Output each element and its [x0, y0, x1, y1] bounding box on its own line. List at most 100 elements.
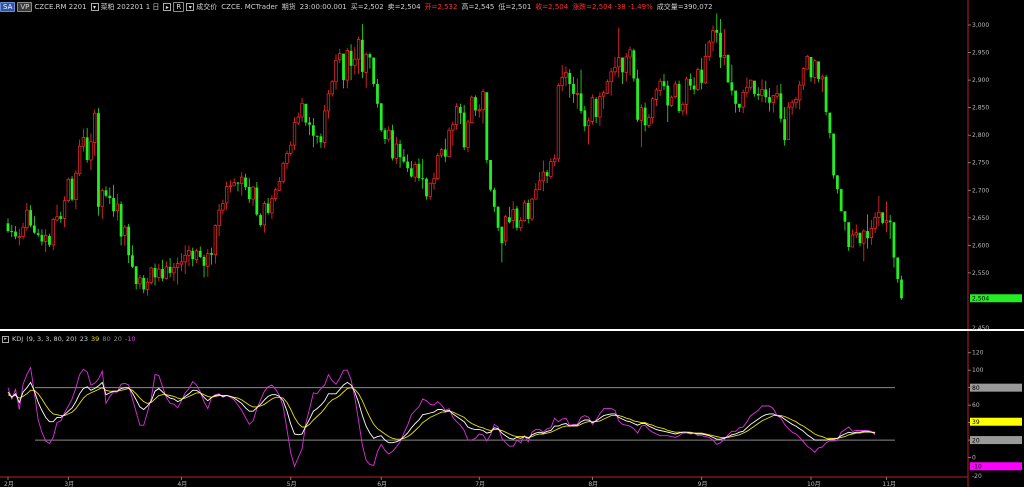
month-label: 7月 — [475, 481, 485, 487]
candle-body — [70, 178, 74, 200]
candle-body — [210, 253, 213, 255]
candle — [753, 80, 756, 97]
candle — [436, 152, 440, 181]
candle — [77, 139, 82, 176]
price-tick-label: 3,000 — [972, 22, 989, 29]
candle-body — [801, 68, 806, 86]
candle-body — [311, 125, 315, 136]
candle-body — [873, 216, 877, 229]
candle — [654, 87, 659, 106]
candle — [609, 67, 613, 96]
candle — [884, 201, 889, 233]
candle-body — [376, 83, 379, 104]
candle — [168, 258, 172, 278]
candle-body — [549, 161, 553, 177]
candle-body — [824, 76, 828, 113]
candle — [511, 201, 515, 229]
candle — [413, 161, 417, 183]
candle-body — [805, 56, 809, 70]
candle-body — [277, 181, 282, 191]
candle — [854, 224, 858, 239]
candle-body — [32, 225, 36, 233]
candle-body — [360, 39, 364, 72]
candle-body — [157, 268, 161, 278]
candle — [632, 48, 636, 82]
candle-body — [97, 113, 100, 207]
candle-body — [206, 253, 210, 267]
candle-body — [541, 171, 545, 182]
candle-body — [308, 122, 311, 125]
candle — [206, 249, 210, 277]
candle — [639, 104, 644, 148]
candle-body — [492, 189, 496, 207]
candle — [605, 79, 610, 94]
candle-body — [639, 107, 644, 121]
candle-body — [74, 172, 78, 200]
candle-body — [221, 203, 225, 211]
candle-body — [134, 266, 138, 284]
candle — [360, 23, 364, 78]
candle-body — [266, 203, 270, 213]
candle — [376, 79, 379, 108]
candle — [590, 94, 594, 125]
candle — [236, 182, 240, 192]
candle-body — [583, 110, 587, 127]
candle — [549, 158, 553, 179]
candle — [300, 97, 304, 122]
candle-body — [783, 119, 787, 141]
candle-body — [353, 58, 357, 66]
candle-body — [662, 81, 666, 87]
candle-body — [274, 189, 278, 199]
candle — [311, 118, 315, 148]
price-tick-label: 2,700 — [972, 187, 989, 194]
candle-body — [839, 189, 843, 212]
candle-body — [66, 178, 70, 202]
candle — [522, 200, 527, 222]
candle — [556, 83, 561, 163]
candle-body — [387, 129, 391, 140]
candle — [270, 195, 274, 219]
candle-body — [194, 250, 199, 261]
candle — [228, 180, 233, 193]
price-chart[interactable]: 3,000 2,950 2,900 2,850 2,800 2,750 2,700 2,650… — [0, 0, 1024, 487]
candle — [711, 25, 715, 52]
candle-body — [391, 130, 394, 159]
candle-body — [383, 130, 387, 140]
candle-body — [432, 178, 436, 185]
candle — [866, 214, 869, 249]
price-tick-label: 2,450 — [972, 325, 989, 332]
candle-body — [572, 83, 575, 94]
candle-body — [843, 211, 847, 222]
candle — [839, 188, 843, 212]
candle-body — [519, 220, 523, 229]
price-axis: 3,000 2,950 2,900 2,850 2,800 2,750 2,700 2,650… — [4, 22, 1022, 487]
candle — [579, 69, 583, 114]
candle — [790, 99, 794, 115]
candle — [89, 133, 93, 170]
candle — [519, 217, 523, 232]
candle-body — [869, 227, 873, 239]
month-label: 8月 — [588, 481, 598, 487]
candle — [240, 172, 244, 196]
candle — [247, 178, 251, 203]
candle-body — [462, 112, 466, 148]
candle — [492, 187, 496, 212]
candle — [621, 57, 624, 84]
candle — [602, 90, 606, 109]
candle-body — [775, 92, 779, 97]
candle-body — [149, 267, 153, 283]
last-price-label: 2,504 — [972, 295, 989, 302]
candle-body — [537, 180, 542, 191]
candle — [51, 217, 55, 251]
candle-body — [790, 102, 794, 108]
candle — [858, 232, 862, 247]
candle-body — [225, 186, 229, 204]
candle — [586, 117, 591, 145]
candle-body — [575, 92, 579, 95]
candle — [353, 47, 357, 75]
candle — [315, 135, 319, 144]
candle-body — [643, 107, 647, 126]
candle-body — [402, 156, 406, 162]
candle-body — [636, 78, 639, 120]
candle-body — [850, 234, 855, 248]
